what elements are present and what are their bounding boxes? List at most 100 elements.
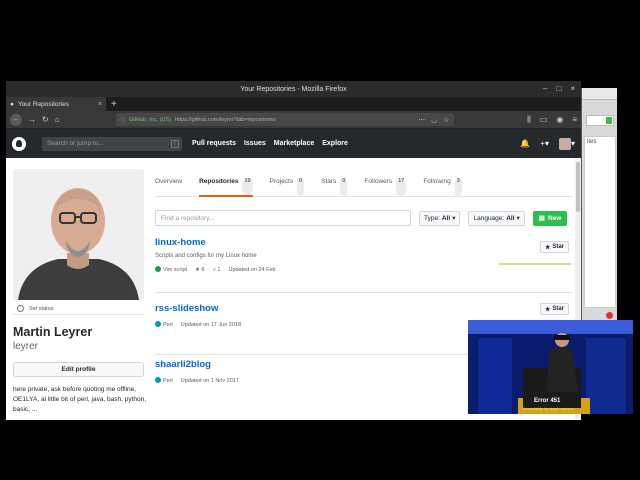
- library-icon[interactable]: ⫼: [527, 115, 531, 125]
- profile-login: leyrer: [13, 341, 39, 352]
- profile-tabs: Overview Repositories 19 Projects 0 Stars 0…: [155, 172, 573, 197]
- page-actions-icon[interactable]: ⋯: [418, 116, 425, 124]
- background-window-status-icon: [606, 117, 612, 124]
- tab-count: 3: [454, 178, 462, 196]
- tab-followers[interactable]: Followers 17: [364, 172, 407, 196]
- new-tab-icon[interactable]: +: [111, 99, 117, 110]
- repo-updated: Updated on 1 Nov 2017: [180, 377, 239, 384]
- tab-count: 0: [340, 178, 348, 196]
- create-new-icon[interactable]: +▾: [540, 139, 549, 148]
- video-screen-text: Error 451: [534, 398, 561, 404]
- repo-icon: ▤: [538, 215, 545, 222]
- repo-meta: Vim script ★ 6 ⑂ 1 Updated on 24 Feb: [155, 266, 573, 273]
- nav-pull-requests[interactable]: Pull requests: [192, 140, 236, 147]
- github-logo-icon[interactable]: [12, 136, 26, 151]
- nav-marketplace[interactable]: Marketplace: [274, 140, 314, 147]
- notification-bell-icon[interactable]: 🔔: [520, 139, 530, 148]
- repo-language: Perl: [155, 321, 173, 328]
- nav-explore[interactable]: Explore: [322, 140, 348, 147]
- github-nav: Pull requests Issues Marketplace Explore: [192, 140, 348, 147]
- tab-following[interactable]: Following 3: [423, 172, 462, 196]
- find-repository-input[interactable]: Find a repository...: [155, 210, 411, 226]
- menu-icon[interactable]: ≡: [572, 115, 577, 125]
- language-dropdown[interactable]: Language: All ▾: [468, 210, 525, 226]
- info-icon[interactable]: ⓘ: [120, 116, 126, 124]
- forward-icon[interactable]: →: [28, 115, 36, 124]
- star-button[interactable]: ★ Star: [540, 303, 569, 315]
- github-search-input[interactable]: Search or jump to... /: [42, 136, 182, 151]
- repo-stars[interactable]: ★ 6: [195, 267, 205, 273]
- sidebar-icon[interactable]: ▭: [540, 115, 548, 125]
- search-placeholder: Search or jump to...: [47, 140, 104, 147]
- cert-label: GitHub, Inc. (US): [129, 116, 171, 123]
- back-icon[interactable]: ←: [10, 113, 22, 126]
- tab-repositories[interactable]: Repositories 19: [199, 172, 253, 197]
- set-status-button[interactable]: Set status: [13, 303, 144, 315]
- tab-label: Projects: [269, 178, 294, 185]
- set-status-label: Set status: [29, 305, 54, 312]
- repo-description: Scripts and configs for my Linux home: [155, 253, 257, 259]
- tab-overview[interactable]: Overview: [155, 172, 182, 196]
- tab-close-icon[interactable]: ×: [98, 101, 102, 108]
- header-avatar: [558, 137, 571, 150]
- repo-updated: Updated on 24 Feb: [228, 266, 276, 273]
- repo-language-label: Perl: [163, 378, 173, 384]
- tab-bar: ● Your Repositories × +: [6, 97, 581, 111]
- browser-tab[interactable]: ● Your Repositories ×: [6, 97, 106, 111]
- language-color-dot: [155, 321, 161, 327]
- browser-tab-title: Your Repositories: [17, 100, 70, 108]
- url-bar[interactable]: ⓘ GitHub, Inc. (US) https://github.com/l…: [115, 113, 454, 126]
- background-window-close-icon[interactable]: [606, 312, 613, 319]
- tab-stars[interactable]: Stars 0: [321, 172, 348, 196]
- profile-photo-icon: [13, 169, 144, 300]
- new-label: New: [547, 214, 562, 222]
- profile-avatar[interactable]: [13, 169, 144, 300]
- profile-bio: here private, ask before quoting me offl…: [13, 386, 147, 413]
- repo-forks-count: 1: [217, 266, 221, 273]
- tab-label: Followers: [364, 178, 393, 185]
- scrollbar-thumb[interactable]: [576, 162, 580, 212]
- repo-forks[interactable]: ⑂ 1: [213, 267, 221, 273]
- pocket-icon[interactable]: ◡: [431, 116, 437, 124]
- bookmark-star-icon[interactable]: ☆: [443, 116, 449, 124]
- star-button-label: Star: [552, 306, 565, 312]
- background-window-panel: ites: [584, 136, 616, 308]
- chevron-down-icon: ▾: [516, 215, 520, 222]
- chevron-down-icon: ▾: [452, 215, 456, 222]
- language-color-dot: [155, 266, 161, 272]
- repo-name-link[interactable]: rss-slideshow: [155, 303, 573, 314]
- tab-label: Overview: [155, 178, 183, 185]
- repo-list-item: linux-home Scripts and configs for my Li…: [155, 237, 573, 293]
- account-icon[interactable]: ◉: [556, 115, 563, 125]
- minimize-icon[interactable]: –: [543, 84, 547, 93]
- search-shortcut: /: [171, 139, 179, 148]
- github-header-right: 🔔 +▾ ▾: [520, 137, 575, 150]
- star-button[interactable]: ★ Star: [540, 241, 569, 253]
- nav-issues[interactable]: Issues: [244, 140, 266, 147]
- repo-language: Vim script: [155, 266, 187, 273]
- tab-label: Repositories: [199, 178, 239, 185]
- star-button-label: Star: [552, 244, 565, 250]
- tab-projects[interactable]: Projects 0: [270, 172, 305, 196]
- repo-updated: Updated on 17 Jun 2018: [180, 321, 242, 328]
- reload-icon[interactable]: ↻: [42, 115, 49, 124]
- tab-label: Stars: [321, 178, 337, 185]
- repo-language-label: Vim script: [163, 267, 188, 273]
- user-menu[interactable]: ▾: [558, 137, 575, 150]
- activity-sparkline: [499, 263, 571, 265]
- repo-filter-row: Find a repository... Type: All ▾ Language:…: [155, 210, 573, 226]
- edit-profile-button[interactable]: Edit profile: [13, 362, 144, 377]
- tab-count: 17: [396, 178, 407, 196]
- toolbar-right: ⫼ ▭ ◉ ≡: [527, 115, 577, 125]
- home-icon[interactable]: ⌂: [55, 115, 60, 124]
- star-icon: ★: [544, 306, 551, 313]
- close-icon[interactable]: ×: [570, 84, 575, 93]
- new-repository-button[interactable]: ▤ New: [532, 210, 568, 226]
- github-header: Search or jump to... / Pull requests Iss…: [6, 129, 581, 158]
- repo-name-link[interactable]: linux-home: [155, 237, 573, 248]
- type-value: All: [441, 214, 451, 222]
- profile-full-name: Martin Leyrer: [13, 325, 93, 339]
- maximize-icon[interactable]: □: [556, 84, 561, 93]
- type-dropdown[interactable]: Type: All ▾: [419, 210, 461, 226]
- tab-label: Following: [423, 178, 451, 185]
